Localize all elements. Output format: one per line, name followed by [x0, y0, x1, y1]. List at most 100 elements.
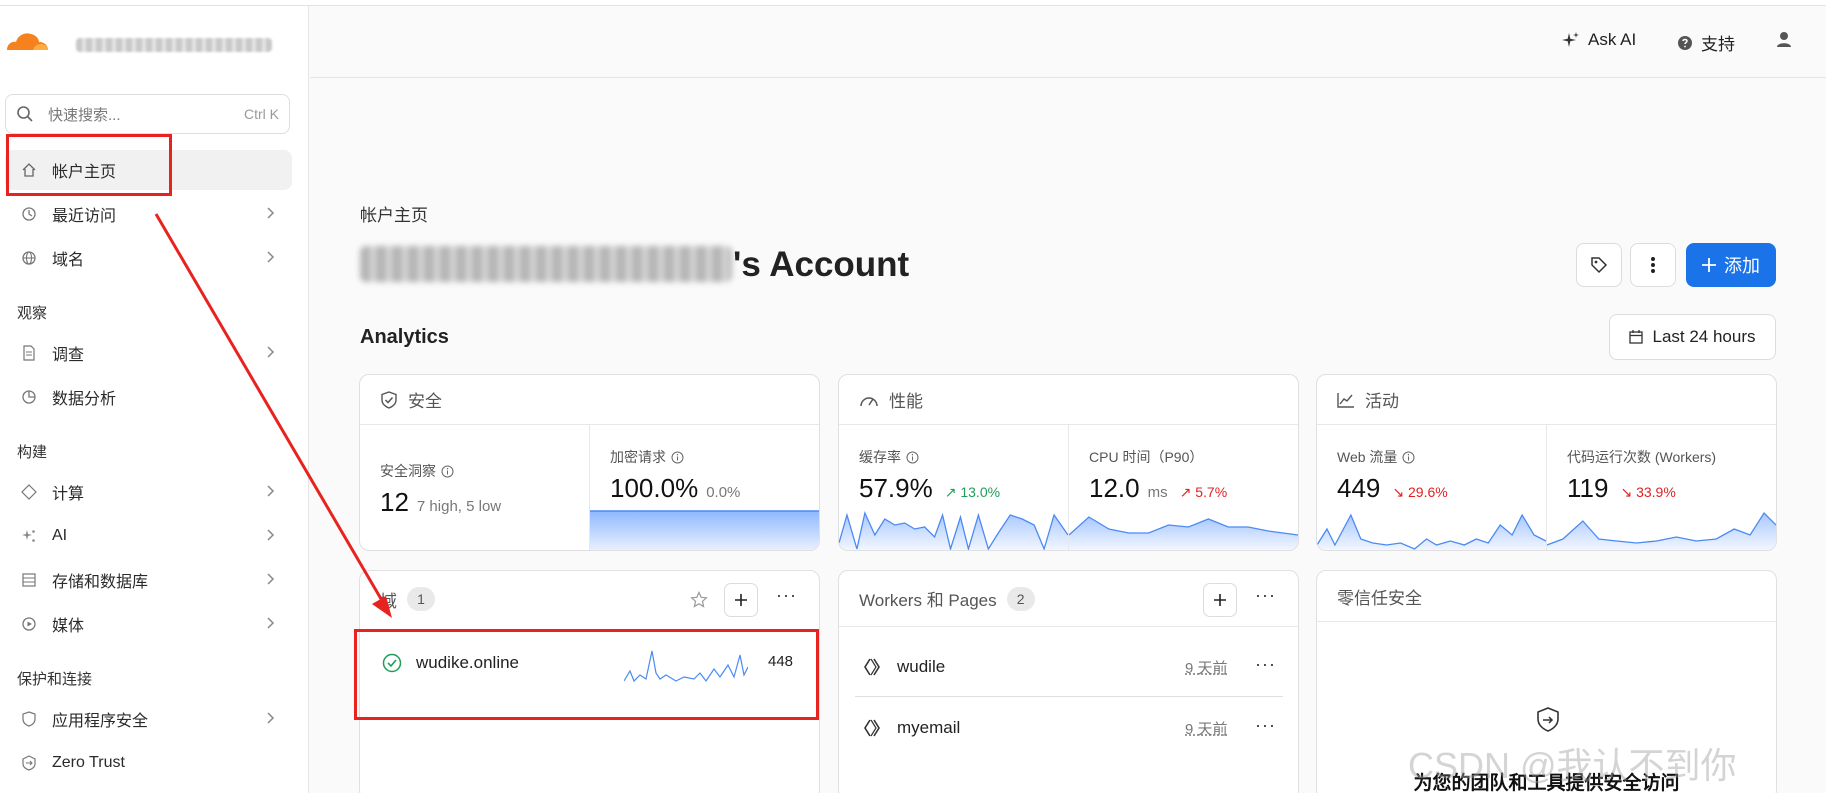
ask-ai-button[interactable]: Ask AI — [1562, 30, 1636, 50]
plus-icon — [1214, 594, 1226, 606]
cache-rate-metric[interactable]: 缓存率 57.9% ↗ 13.0% — [839, 425, 1068, 550]
diamond-code-icon — [20, 483, 38, 501]
worker-updated-time: 9 天前 — [1185, 660, 1228, 677]
time-range-label: Last 24 hours — [1652, 327, 1756, 346]
security-card-header[interactable]: 安全 — [360, 375, 819, 425]
sidebar-item-recent[interactable]: 最近访问 — [5, 194, 292, 234]
sidebar-item-storage[interactable]: 存储和数据库 — [5, 560, 292, 600]
metric-value: 12 — [380, 487, 409, 517]
security-card: 安全 安全洞察 12 7 high, 5 low 加密请求 100.0% 0.0% — [359, 374, 820, 551]
chevron-right-icon — [267, 712, 275, 724]
time-range-button[interactable]: Last 24 hours — [1609, 314, 1776, 360]
metric-value: 100.0% — [610, 473, 699, 503]
metric-label: 代码运行次数 (Workers) — [1567, 449, 1717, 465]
sidebar-item-label: 调查 — [52, 347, 85, 364]
list-item[interactable]: wudile 9 天前 ··· — [855, 637, 1283, 697]
activity-card: 活动 Web 流量 449 ↘ 29.6% 代码运行次数 (Workers) 11… — [1316, 374, 1777, 551]
pie-chart-icon — [20, 388, 38, 406]
info-icon — [906, 451, 919, 463]
list-item[interactable]: myemail 9 天前 ··· — [855, 698, 1283, 758]
worker-row-more-icon[interactable]: ··· — [1255, 654, 1276, 675]
search-icon — [17, 106, 33, 122]
metric-change: ↗ 5.7% — [1179, 484, 1228, 500]
sparkle-icon — [20, 527, 38, 545]
page-title: 's Account — [733, 245, 910, 284]
chevron-right-icon — [267, 485, 275, 497]
sparkle-icon — [1562, 32, 1579, 47]
info-icon — [441, 465, 454, 477]
user-menu-button[interactable] — [1775, 30, 1801, 48]
worker-row-more-icon[interactable]: ··· — [1255, 715, 1276, 736]
trending-chart-icon — [1337, 392, 1354, 408]
zero-trust-icon — [20, 754, 38, 772]
sidebar-item-ai[interactable]: AI — [5, 516, 292, 556]
breadcrumb[interactable]: 帐户主页 — [360, 201, 428, 226]
cloudflare-logo-icon[interactable] — [3, 28, 49, 52]
sidebar-item-zero-trust[interactable]: Zero Trust — [5, 743, 292, 783]
worker-icon — [864, 719, 880, 737]
encrypted-sparkline — [590, 510, 819, 550]
gauge-icon — [860, 396, 878, 406]
cache-rate-sparkline — [839, 510, 1068, 550]
chevron-right-icon — [267, 207, 275, 219]
sidebar-item-media[interactable]: 媒体 — [5, 604, 292, 644]
calendar-icon — [1629, 330, 1644, 344]
document-search-icon — [20, 344, 38, 362]
cpu-time-metric[interactable]: CPU 时间（P90） 12.0 ms ↗ 5.7% — [1068, 425, 1298, 550]
more-options-button[interactable] — [1630, 243, 1676, 287]
account-email-blurred[interactable] — [76, 38, 272, 52]
worker-name[interactable]: myemail — [897, 718, 960, 738]
app-root: 快速搜索... Ctrl K 帐户主页 最近访问 域名 观察 调查 数据分析 构… — [0, 0, 1826, 793]
workers-title[interactable]: Workers 和 Pages — [859, 586, 997, 611]
web-traffic-sparkline — [1317, 513, 1546, 550]
star-icon[interactable] — [690, 591, 708, 609]
sidebar-item-app-security[interactable]: 应用程序安全 — [5, 699, 292, 739]
domains-title[interactable]: 域 — [380, 587, 397, 612]
performance-card-header[interactable]: 性能 — [839, 375, 1298, 425]
shield-arrow-icon — [1537, 707, 1559, 732]
storage-icon — [20, 571, 38, 589]
play-circle-icon — [20, 615, 38, 633]
sidebar-item-analytics[interactable]: 数据分析 — [5, 377, 292, 417]
metric-change: 0.0% — [706, 484, 741, 501]
metric-change: ↘ 33.9% — [1620, 484, 1676, 500]
add-domain-button[interactable] — [724, 583, 758, 617]
sidebar-item-label: 最近访问 — [52, 208, 117, 225]
worker-invocations-sparkline — [1547, 511, 1776, 550]
metric-value: 449 — [1337, 473, 1381, 503]
history-icon — [20, 205, 38, 223]
watermark: CSDN @我认不到你 — [1408, 745, 1737, 786]
info-icon — [1402, 451, 1415, 463]
add-button[interactable]: 添加 — [1686, 243, 1776, 287]
ask-ai-label: Ask AI — [1588, 30, 1637, 49]
user-icon — [1777, 32, 1791, 47]
sidebar-item-domains[interactable]: 域名 — [5, 238, 292, 278]
worker-name[interactable]: wudile — [897, 657, 945, 677]
sidebar-item-label: 域名 — [52, 252, 85, 269]
activity-card-header[interactable]: 活动 — [1317, 375, 1776, 425]
sidebar-item-investigate[interactable]: 调查 — [5, 333, 292, 373]
security-insights-metric[interactable]: 安全洞察 12 7 high, 5 low — [360, 425, 589, 550]
sidebar-item-label: 计算 — [52, 486, 85, 503]
sidebar-item-compute[interactable]: 计算 — [5, 472, 292, 512]
metric-unit: ms — [1147, 484, 1168, 501]
sidebar-item-label: 媒体 — [52, 618, 85, 635]
web-traffic-metric[interactable]: Web 流量 449 ↘ 29.6% — [1317, 425, 1546, 550]
support-button[interactable]: 支持 — [1677, 30, 1735, 55]
domains-more-icon[interactable]: ··· — [776, 585, 797, 606]
metric-label: 缓存率 — [859, 449, 901, 465]
search-input[interactable]: 快速搜索... Ctrl K — [5, 94, 290, 134]
metric-value: 12.0 — [1089, 473, 1140, 503]
metric-value: 57.9% — [859, 473, 933, 503]
worker-invocations-metric[interactable]: 代码运行次数 (Workers) 119 ↘ 33.9% — [1546, 425, 1776, 550]
sidebar-item-label: 数据分析 — [52, 391, 117, 408]
add-worker-button[interactable] — [1203, 583, 1237, 617]
workers-count-badge: 2 — [1006, 586, 1035, 611]
metric-label: CPU 时间（P90） — [1089, 449, 1204, 465]
chevron-right-icon — [267, 346, 275, 358]
zero-trust-title[interactable]: 零信任安全 — [1337, 584, 1422, 609]
encrypted-requests-metric[interactable]: 加密请求 100.0% 0.0% — [589, 425, 819, 550]
workers-more-icon[interactable]: ··· — [1255, 585, 1276, 606]
tags-button[interactable] — [1576, 243, 1622, 287]
worker-icon — [864, 658, 880, 675]
